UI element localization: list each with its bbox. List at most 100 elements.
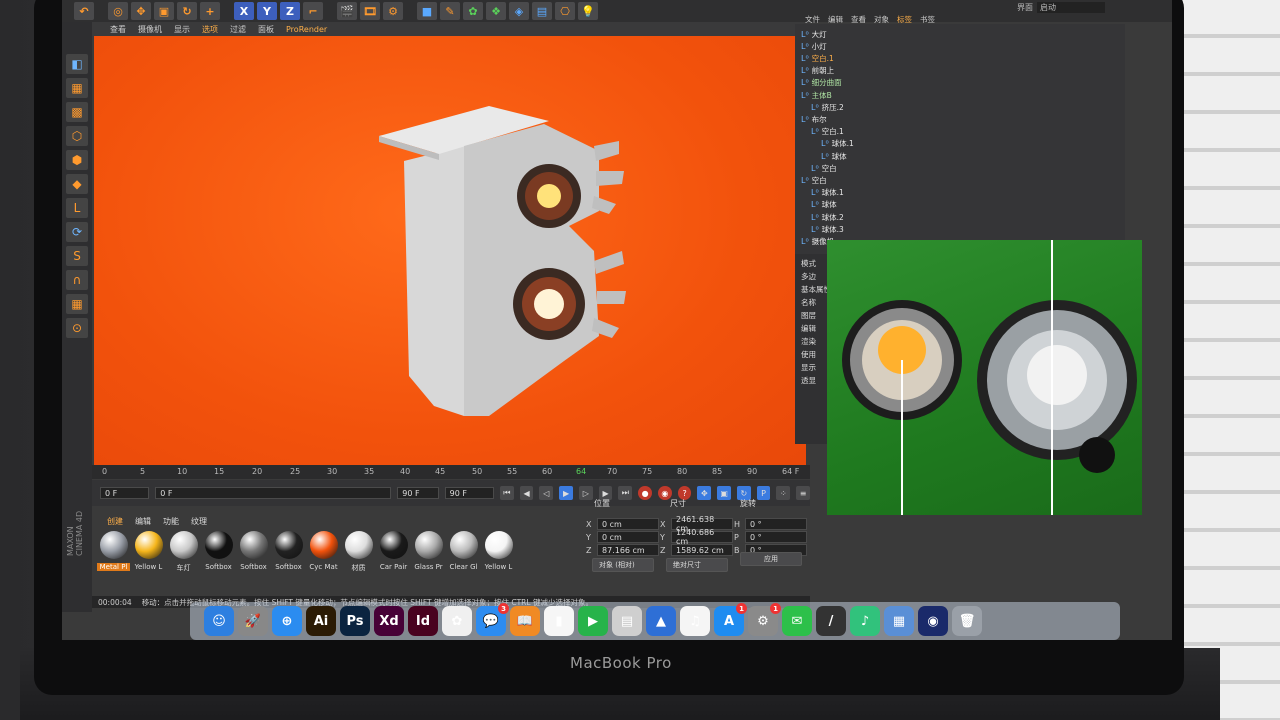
prev-key-icon[interactable]: ◀ xyxy=(519,486,534,500)
material-menu-texture[interactable]: 纹理 xyxy=(191,516,207,527)
attribute-item[interactable]: 显示 xyxy=(801,362,816,373)
material-menu-create[interactable]: 创建 xyxy=(107,516,123,527)
material-swatch[interactable]: Glass Pr xyxy=(412,528,445,576)
pen-icon[interactable]: ✎ xyxy=(440,2,460,20)
object-row[interactable]: L⁰ 空白.1 xyxy=(801,52,834,64)
attribute-item[interactable]: 名称 xyxy=(801,297,816,308)
edges-mode-icon[interactable]: ⬢ xyxy=(66,150,88,170)
attribute-item[interactable]: 透显 xyxy=(801,375,816,386)
rot-h-field[interactable]: 0 ° xyxy=(745,518,807,530)
object-row[interactable]: L⁰ 布尔 xyxy=(801,113,827,125)
tweak-icon[interactable]: ⟳ xyxy=(66,222,88,242)
object-row[interactable]: L⁰ 球体.1 xyxy=(811,187,844,199)
material-swatch[interactable]: Softbox xyxy=(272,528,305,576)
viewport-menu-filter[interactable]: 过滤 xyxy=(230,24,246,35)
workplane-icon[interactable]: ▩ xyxy=(66,102,88,122)
undo-icon[interactable]: ↶ xyxy=(74,2,94,20)
timeline-ruler[interactable]: 0 5 10 15 20 25 30 35 40 45 50 55 60 64 … xyxy=(92,465,810,479)
material-swatch[interactable]: Metal Pl xyxy=(97,528,130,576)
reference-photo[interactable] xyxy=(827,240,1142,515)
dock-app-photos-icon[interactable]: ✿ xyxy=(442,606,472,636)
dock-app-photo-app-icon[interactable]: ▦ xyxy=(884,606,914,636)
dock-app-launchpad-icon[interactable]: 🚀 xyxy=(238,606,268,636)
prev-frame-icon[interactable]: ◁ xyxy=(539,486,554,500)
texture-mode-icon[interactable]: ▦ xyxy=(66,78,88,98)
dock-app-photoshop-icon[interactable]: Ps xyxy=(340,606,370,636)
material-menu-function[interactable]: 功能 xyxy=(163,516,179,527)
start-frame-field[interactable]: 0 F xyxy=(100,487,150,499)
rotate-icon[interactable]: ↻ xyxy=(177,2,197,20)
object-row[interactable]: L⁰ 主体B xyxy=(801,89,832,101)
attribute-item[interactable]: 图层 xyxy=(801,310,816,321)
attribute-item[interactable]: 编辑 xyxy=(801,323,816,334)
dock-app-messages-icon[interactable]: 💬 3 xyxy=(476,603,509,636)
dock-app-music-icon[interactable]: ♫ xyxy=(680,606,710,636)
size-z-field[interactable]: 1589.62 cm xyxy=(671,544,733,556)
object-row[interactable]: L⁰ 球体.3 xyxy=(811,223,844,235)
material-swatch[interactable]: 材质 xyxy=(342,528,375,576)
end-frame-field[interactable]: 90 F xyxy=(397,487,439,499)
object-row[interactable]: L⁰ 细分曲面 xyxy=(801,77,842,89)
lock-icon[interactable]: ⊙ xyxy=(66,318,88,338)
object-row[interactable]: L⁰ 小灯 xyxy=(801,40,827,52)
coordinate-system-icon[interactable]: ⌐ xyxy=(303,2,323,20)
go-start-icon[interactable]: ⏮ xyxy=(499,486,514,500)
deformer-icon[interactable]: ◈ xyxy=(509,2,529,20)
dock-app-cinema-4d-icon[interactable]: ◉ xyxy=(918,606,948,636)
dock-app-wechat-icon[interactable]: ✉ xyxy=(782,606,812,636)
attribute-item[interactable]: 渲染 xyxy=(801,336,816,347)
model-mode-icon[interactable]: ◧ xyxy=(66,54,88,74)
preview-end-field[interactable]: 90 F xyxy=(444,487,494,499)
snap-icon[interactable]: S xyxy=(66,246,88,266)
pos-y-field[interactable]: 0 cm xyxy=(597,531,659,543)
dock-app-trash-icon[interactable]: 🗑 xyxy=(952,606,982,636)
apply-button[interactable]: 应用 xyxy=(740,552,802,566)
material-swatch[interactable]: Softbox xyxy=(237,528,270,576)
dock-app-indesign-icon[interactable]: Id xyxy=(408,606,438,636)
polygons-mode-icon[interactable]: ◆ xyxy=(66,174,88,194)
cube-icon[interactable]: ■ xyxy=(417,2,437,20)
dock-app-safari-icon[interactable]: ⊕ xyxy=(272,606,302,636)
coordinate-mode-select[interactable]: 对象 (相对) xyxy=(592,558,654,572)
dock-app-illustrator-icon[interactable]: Ai xyxy=(306,606,336,636)
dock-app-app-store-icon[interactable]: A1 xyxy=(714,603,747,636)
points-mode-icon[interactable]: ⬡ xyxy=(66,126,88,146)
camera-icon[interactable]: ⎔ xyxy=(555,2,575,20)
material-swatch[interactable]: Clear Gl xyxy=(447,528,480,576)
axis-z-button[interactable]: Z xyxy=(280,2,300,20)
object-row[interactable]: L⁰ 空白 xyxy=(811,162,837,174)
viewport-menu-view[interactable]: 查看 xyxy=(110,24,126,35)
dock-app-qq-music-icon[interactable]: ♪ xyxy=(850,606,880,636)
material-swatch[interactable]: Yellow L xyxy=(482,528,515,576)
light-icon[interactable]: 💡 xyxy=(578,2,598,20)
object-row[interactable]: L⁰ 球体.2 xyxy=(811,211,844,223)
render-view-icon[interactable]: 🎬 xyxy=(337,2,357,20)
live-select-icon[interactable]: ◎ xyxy=(108,2,128,20)
pos-x-field[interactable]: 0 cm xyxy=(597,518,659,530)
3d-viewport[interactable] xyxy=(94,36,806,476)
material-swatch[interactable]: 车灯 xyxy=(167,528,200,576)
dock-app-numbers-icon[interactable]: ▮ xyxy=(544,606,574,636)
dock-app-xd-icon[interactable]: Xd xyxy=(374,606,404,636)
attribute-item[interactable]: 模式 xyxy=(801,258,816,269)
axis-x-button[interactable]: X xyxy=(234,2,254,20)
magnet-icon[interactable]: ∩ xyxy=(66,270,88,290)
scale-icon[interactable]: ▣ xyxy=(154,2,174,20)
dock-app-finder-icon[interactable]: ☺ xyxy=(204,606,234,636)
object-row[interactable]: L⁰ 球体 xyxy=(821,150,847,162)
viewport-menu-cameras[interactable]: 摄像机 xyxy=(138,24,162,35)
pos-z-field[interactable]: 87.166 cm xyxy=(597,544,659,556)
render-picture-icon[interactable]: 🎞 xyxy=(360,2,380,20)
dock-app-facetime-icon[interactable]: ▶ xyxy=(578,606,608,636)
material-menu-edit[interactable]: 编辑 xyxy=(135,516,151,527)
size-y-field[interactable]: 1240.686 cm xyxy=(671,528,733,546)
object-row[interactable]: L⁰ 前朝上 xyxy=(801,65,834,77)
floor-icon[interactable]: ▤ xyxy=(532,2,552,20)
move-icon[interactable]: ✥ xyxy=(131,2,151,20)
material-swatch[interactable]: Yellow L xyxy=(132,528,165,576)
viewport-menu-display[interactable]: 显示 xyxy=(174,24,190,35)
current-frame-marker[interactable]: 64 xyxy=(576,467,586,476)
viewport-menu-panel[interactable]: 面板 xyxy=(258,24,274,35)
object-row[interactable]: L⁰ 空白 xyxy=(801,174,827,186)
dock-app-system-preferences-icon[interactable]: ⚙ 1 xyxy=(748,603,781,636)
